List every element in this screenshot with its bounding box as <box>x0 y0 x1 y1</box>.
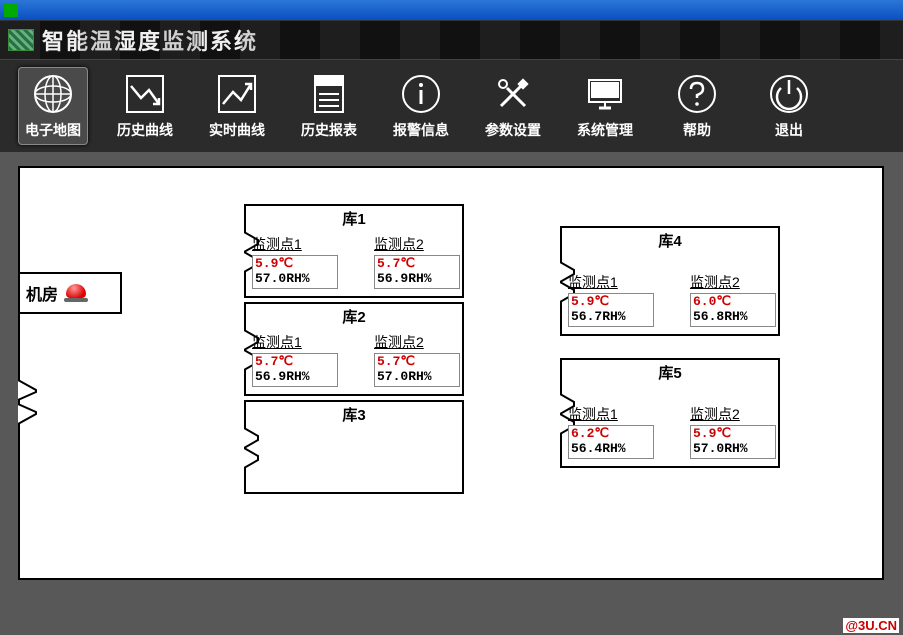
warehouse-3[interactable]: 库3 <box>244 400 464 494</box>
temperature-value: 5.9℃ <box>571 295 651 310</box>
sensor-reading: 6.0℃ 56.8RH% <box>690 293 776 327</box>
humidity-value: 57.0RH% <box>693 442 773 457</box>
help-icon <box>675 72 719 116</box>
sensor-name: 监测点2 <box>374 234 460 254</box>
sensor-point[interactable]: 监测点2 5.7℃ 57.0RH% <box>374 332 460 387</box>
sensor-point[interactable]: 监测点1 5.9℃ 57.0RH% <box>252 234 338 289</box>
warehouse-4[interactable]: 库4 监测点1 5.9℃ 56.7RH% 监测点2 6.0℃ 56.8RH% <box>560 226 780 336</box>
power-icon <box>767 72 811 116</box>
report-icon <box>307 72 351 116</box>
globe-icon <box>31 72 75 116</box>
warehouse-2[interactable]: 库2 监测点1 5.7℃ 56.9RH% 监测点2 5.7℃ 57.0RH% <box>244 302 464 396</box>
warehouse-1[interactable]: 库1 监测点1 5.9℃ 57.0RH% 监测点2 5.7℃ 56.9RH% <box>244 204 464 298</box>
toolbar-report-button[interactable]: 历史报表 <box>294 67 364 145</box>
canvas-edge-notch <box>18 380 42 424</box>
temperature-value: 5.7℃ <box>377 355 457 370</box>
map-canvas: 机房 库1 监测点1 5.9℃ 57.0RH% 监测点2 5.7℃ 56.9RH… <box>18 166 884 580</box>
sensor-name: 监测点1 <box>252 332 338 352</box>
monitor-icon <box>583 72 627 116</box>
sensor-reading: 5.9℃ 57.0RH% <box>252 255 338 289</box>
sensor-reading: 5.9℃ 56.7RH% <box>568 293 654 327</box>
alarm-light-icon <box>66 284 88 302</box>
toolbar-params-button[interactable]: 参数设置 <box>478 67 548 145</box>
toolbar-label: 实时曲线 <box>209 120 265 140</box>
humidity-value: 57.0RH% <box>255 272 335 287</box>
info-icon <box>399 72 443 116</box>
toolbar-label: 系统管理 <box>577 120 633 140</box>
toolbar-label: 帮助 <box>683 120 711 140</box>
warehouse-title: 库4 <box>562 230 778 251</box>
humidity-value: 56.9RH% <box>255 370 335 385</box>
toolbar-label: 报警信息 <box>393 120 449 140</box>
sensor-point[interactable]: 监测点1 6.2℃ 56.4RH% <box>568 404 654 459</box>
warehouse-title: 库2 <box>246 306 462 327</box>
sensor-reading: 6.2℃ 56.4RH% <box>568 425 654 459</box>
app-logo-icon <box>8 29 34 51</box>
app-header: 智能温湿度监测系统 <box>0 20 903 60</box>
toolbar-label: 退出 <box>775 120 803 140</box>
temperature-value: 5.7℃ <box>377 257 457 272</box>
sensor-reading: 5.7℃ 56.9RH% <box>374 255 460 289</box>
temperature-value: 5.9℃ <box>255 257 335 272</box>
toolbar-system-button[interactable]: 系统管理 <box>570 67 640 145</box>
app-title: 智能温湿度监测系统 <box>42 24 258 56</box>
window-titlebar <box>0 0 903 20</box>
warehouse-5[interactable]: 库5 监测点1 6.2℃ 56.4RH% 监测点2 5.9℃ 57.0RH% <box>560 358 780 468</box>
toolbar-history-curve-button[interactable]: 历史曲线 <box>110 67 180 145</box>
sensor-name: 监测点1 <box>568 272 654 292</box>
sensor-name: 监测点2 <box>374 332 460 352</box>
sensor-name: 监测点1 <box>252 234 338 254</box>
sensor-point[interactable]: 监测点2 5.9℃ 57.0RH% <box>690 404 776 459</box>
chart-up-icon <box>215 72 259 116</box>
sensor-name: 监测点2 <box>690 272 776 292</box>
humidity-value: 56.4RH% <box>571 442 651 457</box>
sensor-point[interactable]: 监测点2 5.7℃ 56.9RH% <box>374 234 460 289</box>
tools-icon <box>491 72 535 116</box>
sensor-reading: 5.7℃ 57.0RH% <box>374 353 460 387</box>
temperature-value: 6.0℃ <box>693 295 773 310</box>
temperature-value: 6.2℃ <box>571 427 651 442</box>
toolbar-label: 参数设置 <box>485 120 541 140</box>
sensor-point[interactable]: 监测点1 5.9℃ 56.7RH% <box>568 272 654 327</box>
sensor-reading: 5.9℃ 57.0RH% <box>690 425 776 459</box>
toolbar-help-button[interactable]: 帮助 <box>662 67 732 145</box>
watermark-text: @3U.CN <box>843 618 899 633</box>
main-toolbar: 电子地图 历史曲线 实时曲线 历史报表 报警信息 参数设置 系统 <box>0 60 903 152</box>
humidity-value: 56.7RH% <box>571 310 651 325</box>
humidity-value: 57.0RH% <box>377 370 457 385</box>
toolbar-realtime-curve-button[interactable]: 实时曲线 <box>202 67 272 145</box>
window-icon <box>4 3 18 17</box>
humidity-value: 56.9RH% <box>377 272 457 287</box>
chart-down-icon <box>123 72 167 116</box>
toolbar-map-button[interactable]: 电子地图 <box>18 67 88 145</box>
machine-room-label: 机房 <box>26 281 58 305</box>
sensor-point[interactable]: 监测点2 6.0℃ 56.8RH% <box>690 272 776 327</box>
toolbar-label: 历史曲线 <box>117 120 173 140</box>
toolbar-alarm-button[interactable]: 报警信息 <box>386 67 456 145</box>
sensor-name: 监测点2 <box>690 404 776 424</box>
machine-room-box[interactable]: 机房 <box>20 272 122 314</box>
sensor-reading: 5.7℃ 56.9RH% <box>252 353 338 387</box>
warehouse-title: 库3 <box>246 404 462 425</box>
temperature-value: 5.7℃ <box>255 355 335 370</box>
sensor-point[interactable]: 监测点1 5.7℃ 56.9RH% <box>252 332 338 387</box>
warehouse-title: 库1 <box>246 208 462 229</box>
humidity-value: 56.8RH% <box>693 310 773 325</box>
sensor-name: 监测点1 <box>568 404 654 424</box>
warehouse-title: 库5 <box>562 362 778 383</box>
toolbar-exit-button[interactable]: 退出 <box>754 67 824 145</box>
toolbar-label: 历史报表 <box>301 120 357 140</box>
temperature-value: 5.9℃ <box>693 427 773 442</box>
door-icon <box>244 428 260 468</box>
toolbar-label: 电子地图 <box>25 120 81 140</box>
